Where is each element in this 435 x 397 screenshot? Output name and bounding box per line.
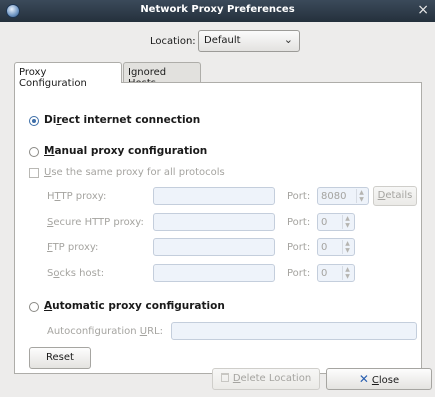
spin-arrows-icon[interactable]: ▲ ▼ [342,215,352,229]
ftp-proxy-label: FTP proxy: [47,242,99,253]
autoconfig-url-label: Autoconfiguration URL: [47,326,163,337]
automatic-proxy-radio[interactable] [29,302,39,312]
same-proxy-checkbox[interactable] [29,168,39,178]
tab-label: Proxy Configuration [19,67,87,89]
close-button[interactable]: ✕ Close [326,368,432,390]
details-button[interactable]: Details [373,186,417,206]
proxy-configuration-panel: Direct internet connection Manual proxy … [14,82,422,374]
tab-ignored-hosts[interactable]: Ignored Hosts [123,62,201,89]
secure-http-port-label: Port: [287,217,311,228]
socks-host-input[interactable] [153,264,275,282]
secure-http-proxy-label: Secure HTTP proxy: [47,217,144,228]
title-bar: Network Proxy Preferences × [0,0,435,22]
http-port-value: 8080 [321,191,347,202]
same-proxy-label[interactable]: Use the same proxy for all protocols [44,167,225,178]
secure-http-port-value: 0 [321,217,328,228]
window-title: Network Proxy Preferences [140,4,295,15]
http-proxy-label: HTTP proxy: [47,191,107,202]
location-selected-value: Default [204,35,241,46]
spin-arrows-icon[interactable]: ▲ ▼ [356,189,366,203]
http-port-label: Port: [287,191,311,202]
http-proxy-host-input[interactable] [153,187,275,205]
http-port-spinner[interactable]: 8080 ▲ ▼ [317,187,369,205]
ftp-port-spinner[interactable]: 0 ▲ ▼ [317,238,355,256]
spin-arrows-icon[interactable]: ▲ ▼ [342,240,352,254]
socks-port-spinner[interactable]: 0 ▲ ▼ [317,264,355,282]
location-label: Location: [150,36,196,47]
delete-location-button[interactable]: Delete Location [212,368,320,390]
secure-http-port-spinner[interactable]: 0 ▲ ▼ [317,213,355,231]
manual-proxy-label[interactable]: Manual proxy configuration [44,145,207,157]
tab-proxy-configuration[interactable]: Proxy Configuration [14,62,122,89]
proxy-dialog: Location: Default ⌄ Proxy Configuration … [0,22,435,397]
window-close-icon[interactable]: × [417,2,429,18]
chevron-down-icon: ⌄ [283,33,293,46]
spin-arrows-icon[interactable]: ▲ ▼ [342,266,352,280]
ftp-port-value: 0 [321,242,328,253]
trash-icon [220,373,229,382]
ftp-proxy-host-input[interactable] [153,238,275,256]
close-icon: ✕ [358,372,369,386]
manual-proxy-radio[interactable] [29,147,39,157]
secure-http-proxy-host-input[interactable] [153,213,275,231]
socks-host-label: Socks host: [47,268,105,279]
ftp-port-label: Port: [287,242,311,253]
socks-port-label: Port: [287,268,311,279]
socks-port-value: 0 [321,268,328,279]
automatic-proxy-label[interactable]: Automatic proxy configuration [44,300,225,312]
autoconfig-url-input[interactable] [171,322,417,340]
reset-button[interactable]: Reset [29,347,91,369]
direct-connection-label[interactable]: Direct internet connection [44,114,200,126]
location-dropdown[interactable]: Default ⌄ [198,30,300,52]
direct-connection-radio[interactable] [29,116,39,126]
